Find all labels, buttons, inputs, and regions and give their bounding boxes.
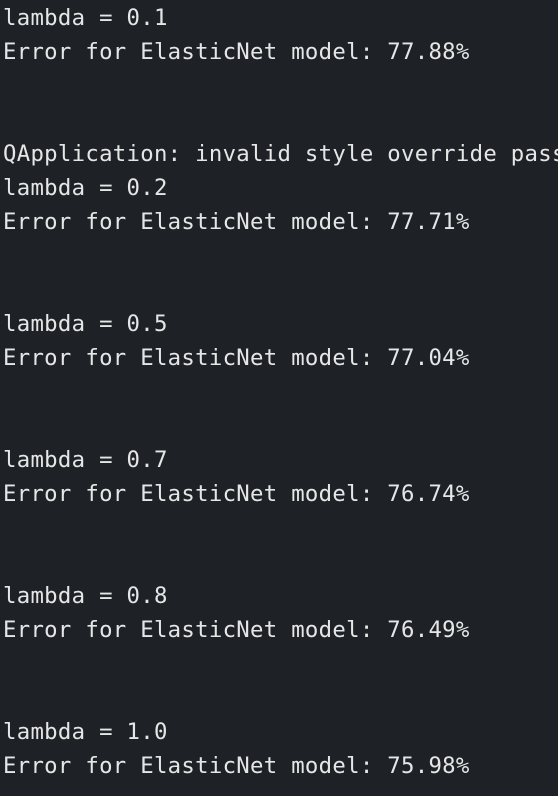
output-line-lambda: lambda = 1.0 (3, 719, 168, 745)
output-line-lambda: lambda = 0.1 (3, 5, 168, 31)
output-line-lambda: lambda = 0.5 (3, 311, 168, 337)
output-line-error: Error for ElasticNet model: 76.49% (3, 617, 470, 643)
output-line-lambda: lambda = 0.7 (3, 447, 168, 473)
terminal-output[interactable]: lambda = 0.1 Error for ElasticNet model:… (0, 0, 558, 796)
output-line-error: Error for ElasticNet model: 77.88% (3, 39, 470, 65)
output-line-error: Error for ElasticNet model: 75.98% (3, 753, 470, 779)
output-line-lambda: lambda = 0.8 (3, 583, 168, 609)
output-line-error: Error for ElasticNet model: 77.04% (3, 345, 470, 371)
output-line-lambda: lambda = 0.2 (3, 175, 168, 201)
output-line-warning: QApplication: invalid style override pas… (3, 141, 558, 167)
output-line-error: Error for ElasticNet model: 76.74% (3, 481, 470, 507)
output-line-error: Error for ElasticNet model: 77.71% (3, 209, 470, 235)
